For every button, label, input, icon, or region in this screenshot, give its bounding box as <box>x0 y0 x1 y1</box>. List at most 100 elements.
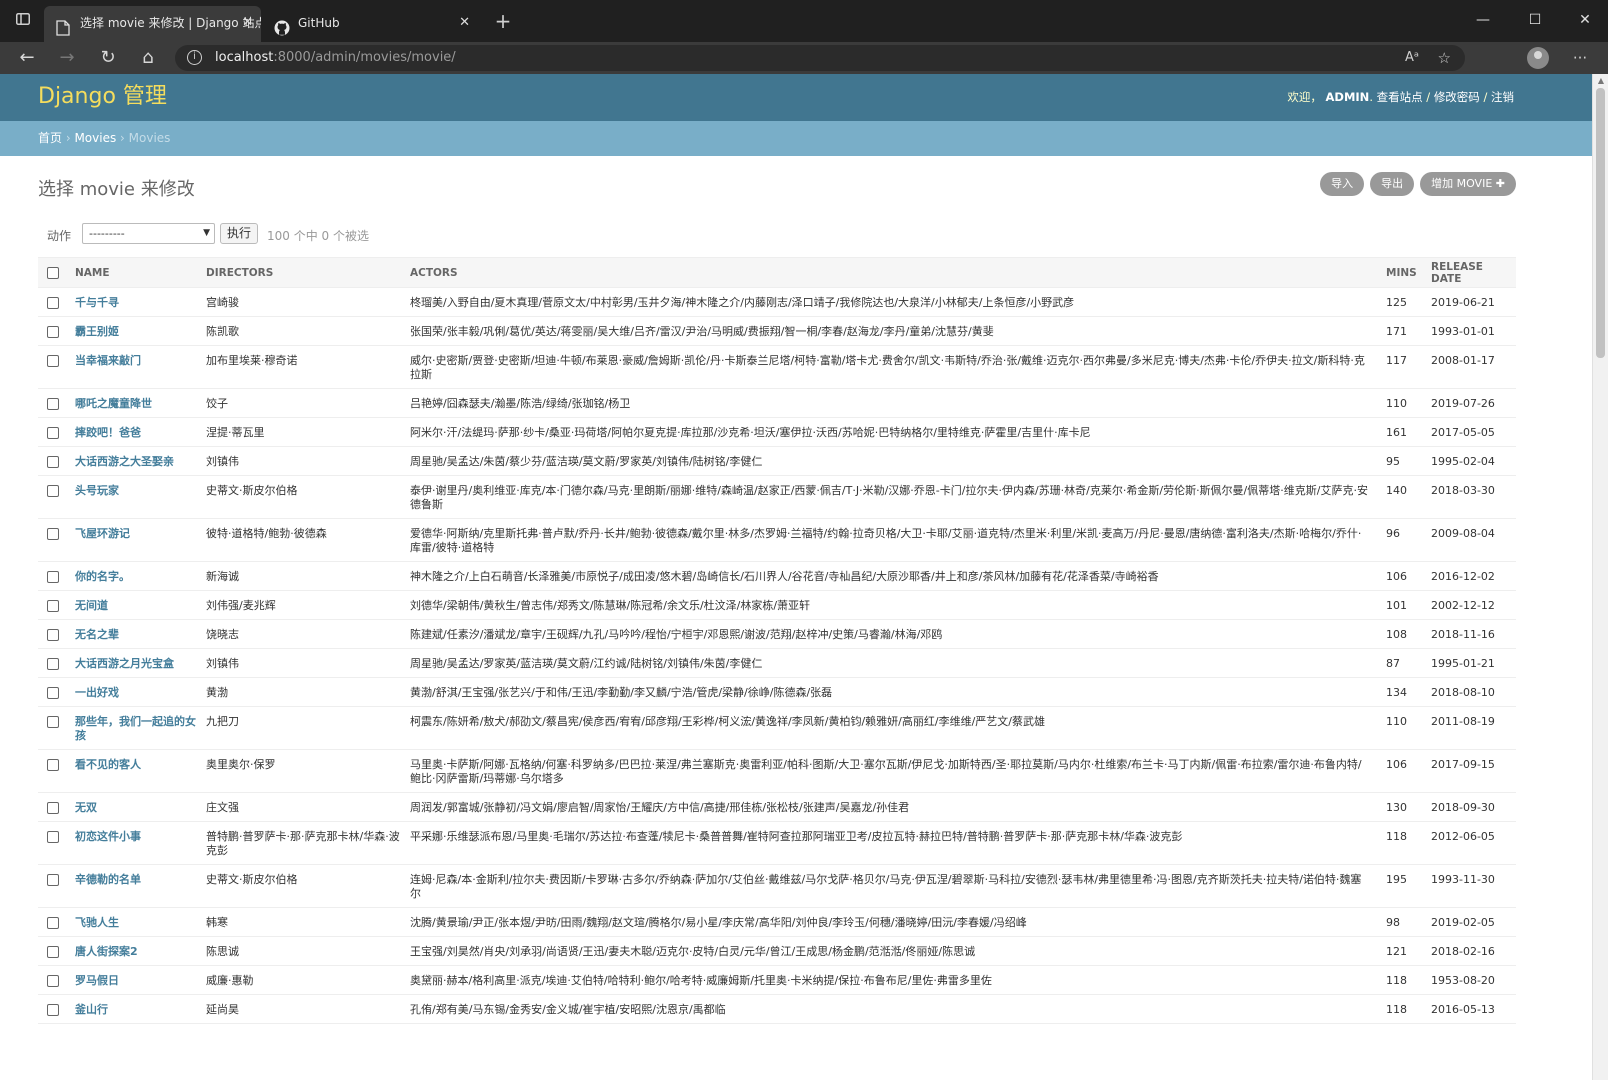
movie-name-link[interactable]: 哪吒之魔童降世 <box>71 388 202 418</box>
movie-name-link[interactable]: 辛德勒的名单 <box>71 864 202 908</box>
table-row: 看不见的客人 奥里奥尔·保罗 马里奥·卡萨斯/阿娜·瓦格纳/何塞·科罗纳多/巴巴拉·… <box>38 749 1516 793</box>
column-header-actors[interactable]: ACTORS <box>406 257 1382 288</box>
movie-name-link[interactable]: 一出好戏 <box>71 677 202 707</box>
actors-cell: 王宝强/刘昊然/肖央/刘承羽/尚语贤/王迅/妻夫木聪/迈克尔·皮特/白灵/元华/… <box>406 936 1382 966</box>
favorite-icon[interactable]: ☆ <box>1438 45 1451 71</box>
import-button[interactable]: 导入 <box>1320 172 1365 196</box>
action-selected: --------- <box>89 227 125 240</box>
actors-cell: 柯震东/陈妍希/敖犬/郝劭文/蔡昌宪/侯彦西/宥宥/邱彦翔/王彩桦/柯义浤/黄逸… <box>406 706 1382 750</box>
scrollbar-thumb[interactable] <box>1596 88 1605 358</box>
row-checkbox[interactable] <box>47 831 59 843</box>
tab-close-icon[interactable]: ✕ <box>242 6 253 40</box>
movie-name-link[interactable]: 无双 <box>71 792 202 822</box>
url-text[interactable]: localhost:8000/admin/movies/movie/ <box>215 45 456 71</box>
column-header-directors[interactable]: DIRECTORS <box>202 257 406 288</box>
movie-name-link[interactable]: 罗马假日 <box>71 965 202 995</box>
row-checkbox[interactable] <box>47 759 59 771</box>
row-select-cell <box>38 561 71 591</box>
execute-button[interactable]: 执行 <box>220 223 259 244</box>
release-date-cell: 2002-12-12 <box>1427 590 1516 620</box>
column-header-name[interactable]: NAME <box>71 257 202 288</box>
row-checkbox[interactable] <box>47 297 59 309</box>
directors-cell: 韩寒 <box>202 907 406 937</box>
row-checkbox[interactable] <box>47 456 59 468</box>
row-checkbox[interactable] <box>47 528 59 540</box>
movie-name-link[interactable]: 看不见的客人 <box>71 749 202 793</box>
tab-django-admin[interactable]: 选择 movie 来修改 | Django 站点 ✕ <box>44 6 261 42</box>
change-password-link[interactable]: 修改密码 <box>1434 90 1480 104</box>
movie-name-link[interactable]: 飞屋环游记 <box>71 518 202 562</box>
movie-name-link[interactable]: 无间道 <box>71 590 202 620</box>
row-checkbox[interactable] <box>47 975 59 987</box>
movie-name-link[interactable]: 头号玩家 <box>71 475 202 519</box>
export-button[interactable]: 导出 <box>1370 172 1415 196</box>
logout-link[interactable]: 注销 <box>1491 90 1514 104</box>
movie-name-link[interactable]: 大话西游之月光宝盒 <box>71 648 202 678</box>
table-row: 一出好戏 黄渤 黄渤/舒淇/王宝强/张艺兴/于和伟/王迅/李勤勤/李又麟/宁浩/管虎… <box>38 677 1516 707</box>
site-branding[interactable]: Django 管理 <box>38 74 167 120</box>
row-checkbox[interactable] <box>47 600 59 612</box>
row-checkbox[interactable] <box>47 427 59 439</box>
movie-name-link[interactable]: 釜山行 <box>71 994 202 1024</box>
address-bar[interactable]: i localhost:8000/admin/movies/movie/ Aᵃ … <box>175 45 1465 71</box>
movie-name-link[interactable]: 千与千寻 <box>71 287 202 317</box>
maximize-icon[interactable]: ☐ <box>1512 0 1558 42</box>
row-checkbox[interactable] <box>47 874 59 886</box>
row-checkbox[interactable] <box>47 946 59 958</box>
movie-name-link[interactable]: 霸王别姬 <box>71 316 202 346</box>
action-select[interactable]: --------- ▼ <box>82 223 215 244</box>
window-close-icon[interactable]: ✕ <box>1562 0 1608 42</box>
row-checkbox[interactable] <box>47 326 59 338</box>
profile-avatar[interactable] <box>1527 47 1549 69</box>
new-tab-icon[interactable]: + <box>493 0 513 42</box>
read-aloud-icon[interactable]: Aᵃ <box>1405 45 1419 71</box>
column-header-release-date[interactable]: RELEASE DATE <box>1427 257 1516 288</box>
row-checkbox[interactable] <box>47 687 59 699</box>
row-checkbox[interactable] <box>47 571 59 583</box>
reload-icon[interactable]: ↻ <box>93 42 123 74</box>
row-checkbox[interactable] <box>47 355 59 367</box>
add-movie-button[interactable]: 增加 MOVIE ✚ <box>1420 172 1516 196</box>
row-checkbox[interactable] <box>47 629 59 641</box>
row-checkbox[interactable] <box>47 658 59 670</box>
actors-cell: 黄渤/舒淇/王宝强/张艺兴/于和伟/王迅/李勤勤/李又麟/宁浩/管虎/梁静/徐峥… <box>406 677 1382 707</box>
movie-name-link[interactable]: 飞驰人生 <box>71 907 202 937</box>
movie-name-link[interactable]: 大话西游之大圣娶亲 <box>71 446 202 476</box>
row-checkbox[interactable] <box>47 917 59 929</box>
row-checkbox[interactable] <box>47 802 59 814</box>
breadcrumb: 首页 › Movies › Movies <box>0 121 1592 156</box>
tab-actions-icon[interactable] <box>10 0 36 42</box>
movie-name-link[interactable]: 唐人街探案2 <box>71 936 202 966</box>
forward-icon[interactable]: → <box>52 42 82 74</box>
row-select-cell <box>38 749 71 793</box>
movie-name-link[interactable]: 无名之辈 <box>71 619 202 649</box>
movie-name-link[interactable]: 初恋这件小事 <box>71 821 202 865</box>
page-scrollbar[interactable]: ▲ <box>1592 74 1608 1080</box>
home-icon[interactable]: ⌂ <box>133 42 163 74</box>
scroll-up-icon[interactable]: ▲ <box>1593 76 1608 85</box>
tab-github[interactable]: GitHub ✕ <box>262 6 478 42</box>
movie-name-link[interactable]: 那些年，我们一起追的女孩 <box>71 706 202 750</box>
row-checkbox[interactable] <box>47 398 59 410</box>
back-icon[interactable]: ← <box>12 42 42 74</box>
row-checkbox[interactable] <box>47 1004 59 1016</box>
minimize-icon[interactable]: — <box>1460 0 1506 42</box>
site-info-icon[interactable]: i <box>187 50 202 65</box>
select-all-checkbox[interactable] <box>47 266 59 279</box>
breadcrumb-home[interactable]: 首页 <box>38 131 62 145</box>
row-select-cell <box>38 907 71 937</box>
separator: / <box>1479 90 1491 104</box>
table-row: 罗马假日 威廉·惠勒 奥黛丽·赫本/格利高里·派克/埃迪·艾伯特/哈特利·鲍尔/哈考… <box>38 965 1516 995</box>
breadcrumb-app[interactable]: Movies <box>74 131 116 145</box>
movie-name-link[interactable]: 你的名字。 <box>71 561 202 591</box>
movie-name-link[interactable]: 摔跤吧！爸爸 <box>71 417 202 447</box>
row-checkbox[interactable] <box>47 716 59 728</box>
view-site-link[interactable]: 查看站点 <box>1377 90 1423 104</box>
column-header-mins[interactable]: MINS <box>1382 257 1427 288</box>
more-icon[interactable]: ··· <box>1566 42 1594 74</box>
row-checkbox[interactable] <box>47 485 59 497</box>
table-row: 飞屋环游记 彼特·道格特/鲍勃·彼德森 爱德华·阿斯纳/克里斯托弗·普卢默/乔丹·长… <box>38 518 1516 562</box>
mins-cell: 106 <box>1382 561 1427 591</box>
tab-close-icon[interactable]: ✕ <box>459 6 470 40</box>
movie-name-link[interactable]: 当幸福来敲门 <box>71 345 202 389</box>
